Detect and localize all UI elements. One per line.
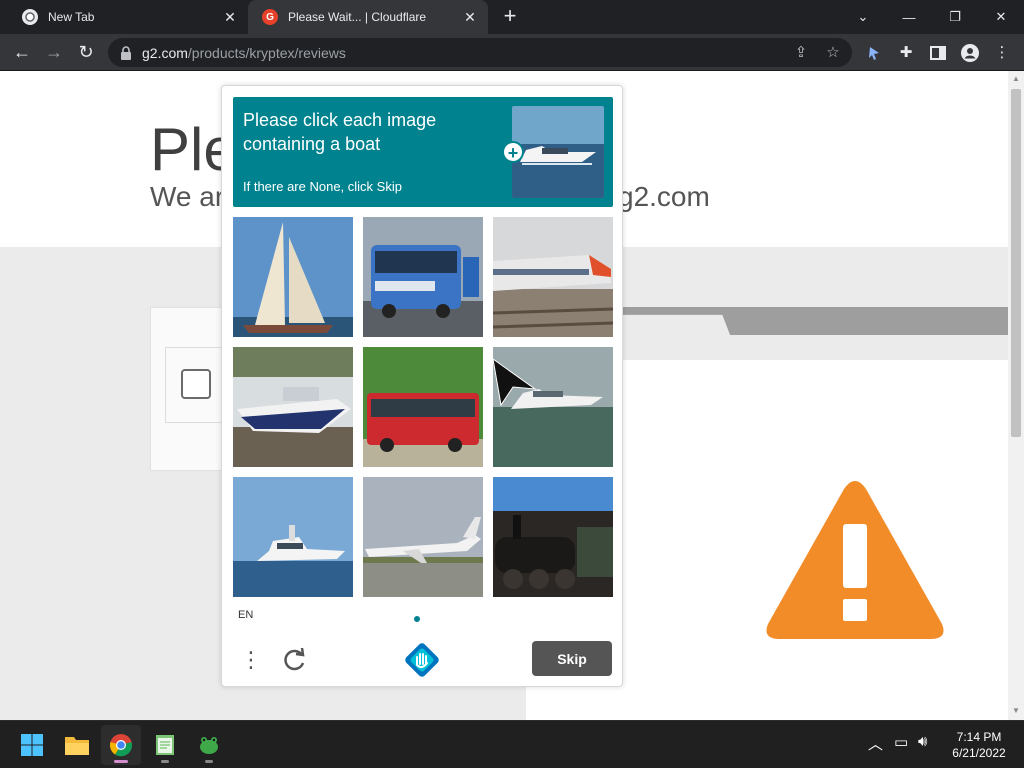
close-tab-icon[interactable]: ✕: [222, 9, 238, 25]
restore-icon[interactable]: ❐: [932, 0, 978, 34]
captcha-tile-cruiser-boat[interactable]: [233, 477, 353, 597]
running-app-indicator: [205, 760, 213, 763]
puzzle-icon[interactable]: ✚: [896, 43, 916, 63]
reload-icon[interactable]: ↻: [72, 38, 100, 66]
captcha-skip-hint: If there are None, click Skip: [243, 179, 402, 194]
clock-time: 7:14 PM: [956, 730, 1002, 744]
kebab-menu-icon[interactable]: ⋮: [992, 43, 1012, 63]
active-app-indicator: [114, 760, 128, 763]
scroll-down-icon[interactable]: ▼: [1011, 706, 1021, 716]
captcha-challenge: Please click each image containing a boa…: [221, 85, 623, 687]
tab-new-tab[interactable]: New Tab ✕: [8, 0, 248, 34]
chrome-taskbar-icon[interactable]: [101, 725, 141, 765]
captcha-menu-icon[interactable]: ⋮: [240, 646, 262, 674]
tab-cloudflare[interactable]: G Please Wait... | Cloudflare ✕: [248, 0, 488, 34]
skip-button[interactable]: Skip: [532, 641, 612, 676]
url-path: /products/kryptex/reviews: [187, 44, 346, 61]
tab-search-icon[interactable]: ⌄: [840, 0, 886, 34]
language-selector[interactable]: EN: [238, 609, 253, 621]
browser-toolbar: ← → ↻ g2.com/products/kryptex/reviews ⇪ …: [0, 34, 1024, 71]
file-explorer-icon[interactable]: [57, 725, 97, 765]
sidepanel-icon[interactable]: [928, 43, 948, 63]
pagination-dot: [414, 616, 420, 622]
system-clock[interactable]: 7:14 PM 6/21/2022: [944, 729, 1014, 761]
url-host: g2.com: [142, 44, 188, 61]
running-app-indicator: [161, 760, 169, 763]
close-window-icon[interactable]: ✕: [978, 0, 1024, 34]
g2-favicon: G: [262, 9, 278, 25]
captcha-tile-airplane[interactable]: [363, 477, 483, 597]
tab-title: Please Wait... | Cloudflare: [288, 10, 427, 24]
example-image: [512, 106, 604, 198]
mouse-cursor-icon: [492, 357, 537, 407]
volume-icon[interactable]: 🔊︎: [918, 733, 927, 750]
captcha-tile-steam-locomotive[interactable]: [493, 477, 613, 597]
profile-icon[interactable]: [960, 43, 980, 63]
lock-icon: [121, 45, 131, 60]
clock-date: 6/21/2022: [952, 746, 1006, 760]
page-subheading: We ar: [150, 181, 225, 212]
star-icon[interactable]: ☆: [824, 44, 842, 62]
verify-checkbox[interactable]: [181, 369, 211, 399]
forward-icon[interactable]: →: [40, 38, 68, 66]
share-icon[interactable]: ⇪: [792, 44, 810, 62]
show-hidden-icons-icon[interactable]: ︿: [868, 733, 883, 754]
warning-icon: [766, 481, 944, 639]
hcaptcha-logo[interactable]: [405, 643, 439, 677]
back-icon[interactable]: ←: [8, 38, 36, 66]
captcha-tile-red-bus[interactable]: [363, 347, 483, 467]
refresh-icon[interactable]: [282, 647, 308, 673]
captcha-instruction: Please click each image containing a boa…: [243, 110, 437, 154]
scroll-thumb[interactable]: [1011, 89, 1021, 437]
notepad-icon[interactable]: [145, 725, 185, 765]
taskbar: ︿ ▭ 🔊︎ 7:14 PM 6/21/2022: [0, 720, 1024, 768]
chrome-icon: [22, 9, 38, 25]
page-subheading-domain: g2.com: [618, 181, 710, 212]
close-tab-icon[interactable]: ✕: [462, 9, 478, 25]
captcha-tile-sailboat[interactable]: [233, 217, 353, 337]
minimize-icon[interactable]: —: [886, 0, 932, 34]
captcha-tile-train[interactable]: [493, 217, 613, 337]
example-zoom-icon[interactable]: +: [502, 141, 524, 163]
windows-start-icon[interactable]: [12, 725, 52, 765]
frog-app-icon[interactable]: [189, 725, 229, 765]
network-icon[interactable]: ▭: [894, 733, 908, 751]
scroll-up-icon[interactable]: ▲: [1011, 74, 1021, 84]
captcha-prompt: Please click each image containing a boa…: [233, 97, 613, 207]
captcha-tile-motorboat-shore[interactable]: [233, 347, 353, 467]
new-tab-button[interactable]: +: [498, 5, 522, 29]
address-bar[interactable]: g2.com/products/kryptex/reviews ⇪ ☆: [108, 38, 852, 67]
progress-bar-decoration: [622, 307, 1008, 335]
tab-title: New Tab: [48, 10, 95, 24]
captcha-tile-blue-bus[interactable]: [363, 217, 483, 337]
extension-icon[interactable]: [864, 43, 884, 63]
tab-strip: New Tab ✕ G Please Wait... | Cloudflare …: [0, 0, 1024, 34]
